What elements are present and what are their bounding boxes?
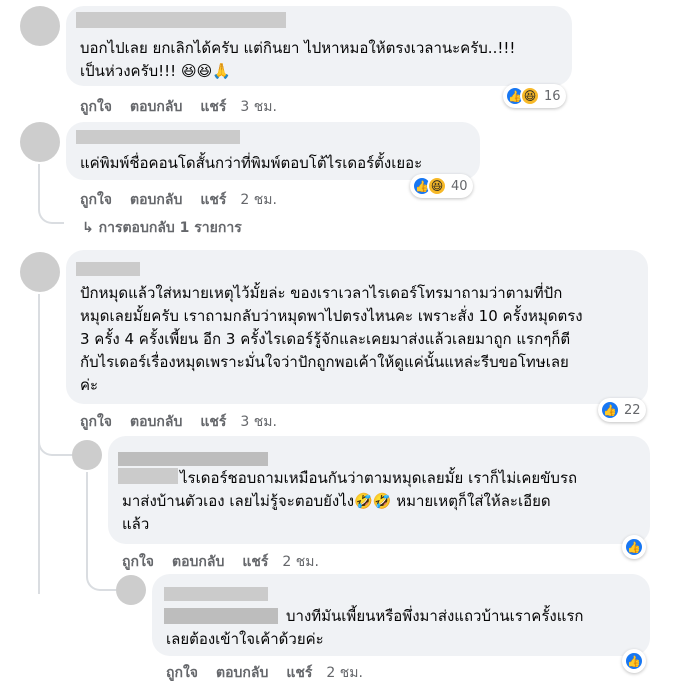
share-button[interactable]: แชร์ (286, 662, 312, 684)
haha-icon: 😆 (520, 86, 540, 106)
reply-button[interactable]: ตอบกลับ (130, 411, 182, 433)
share-button[interactable]: แชร์ (200, 189, 226, 211)
comment-text: บอกไปเลย ยกเลิกได้ครับ แต่กินยา ไปหาหมอใ… (80, 39, 516, 80)
comment-actions: ถูกใจ ตอบกลับ แชร์ 2 ชม. (80, 189, 295, 211)
like-button[interactable]: ถูกใจ (80, 96, 112, 118)
thread-connector (38, 430, 76, 456)
comment-text: ปักหมุดแล้วใส่หมายเหตุไว้มั้ยล่ะ ของเราเ… (80, 284, 583, 394)
timestamp[interactable]: 2 ชม. (326, 662, 363, 684)
avatar[interactable] (20, 6, 60, 46)
like-button[interactable]: ถูกใจ (80, 411, 112, 433)
reaction-count: 40 (451, 178, 468, 194)
redacted-author-name (118, 452, 268, 466)
timestamp[interactable]: 2 ชม. (282, 551, 319, 573)
reaction-summary[interactable]: 👍 22 (598, 398, 646, 422)
reply-button[interactable]: ตอบกลับ (216, 662, 268, 684)
like-icon: 👍 (624, 651, 644, 671)
reply-text: ไรเดอร์ชอบถามเหมือนกันว่าตามหมุดเลยมั้ย … (122, 469, 578, 533)
reply-button[interactable]: ตอบกลับ (130, 96, 182, 118)
reaction-summary[interactable]: 👍 😆 40 (410, 174, 473, 198)
avatar[interactable] (20, 252, 60, 292)
like-button[interactable]: ถูกใจ (122, 551, 154, 573)
like-icon: 👍 (600, 400, 620, 420)
timestamp[interactable]: 3 ชม. (240, 411, 277, 433)
share-button[interactable]: แชร์ (200, 96, 226, 118)
avatar[interactable] (116, 575, 146, 605)
reaction-count: 16 (544, 88, 561, 104)
avatar[interactable] (72, 440, 102, 470)
like-button[interactable]: ถูกใจ (166, 662, 198, 684)
thread-line (86, 472, 88, 572)
comment-text: แค่พิมพ์ชื่อคอนโดสั้นกว่าที่พิมพ์ตอบโต้ไ… (80, 154, 423, 172)
share-button[interactable]: แชร์ (242, 551, 268, 573)
reaction-summary[interactable]: 👍 (622, 535, 646, 559)
redacted-author-name (164, 587, 268, 601)
reaction-count: 22 (624, 402, 641, 418)
redacted-author-name (76, 262, 140, 276)
timestamp[interactable]: 2 ชม. (240, 189, 277, 211)
avatar[interactable] (20, 122, 60, 162)
redacted-author-name (76, 130, 240, 144)
reply-button[interactable]: ตอบกลับ (130, 189, 182, 211)
timestamp[interactable]: 3 ชม. (240, 96, 277, 118)
share-button[interactable]: แชร์ (200, 411, 226, 433)
like-icon: 👍 (624, 537, 644, 557)
reply-actions: ถูกใจ ตอบกลับ แชร์ 2 ชม. (166, 662, 381, 684)
reply-text: บางทีมันเพี้ยนหรือพึ่งมาส่งแถวบ้านเราครั… (166, 607, 584, 648)
comment-actions: ถูกใจ ตอบกลับ แชร์ 3 ชม. (80, 411, 295, 433)
reply-actions: ถูกใจ ตอบกลับ แชร์ 2 ชม. (122, 551, 337, 573)
haha-icon: 😆 (427, 176, 447, 196)
reply-button[interactable]: ตอบกลับ (172, 551, 224, 573)
reaction-summary[interactable]: 👍 😆 16 (503, 84, 566, 108)
redacted-author-name (76, 12, 286, 28)
like-button[interactable]: ถูกใจ (80, 189, 112, 211)
thread-connector (38, 200, 64, 224)
view-replies-link[interactable]: ↳ การตอบกลับ 1 รายการ (82, 217, 242, 239)
reaction-summary[interactable]: 👍 (622, 649, 646, 673)
comment-actions: ถูกใจ ตอบกลับ แชร์ 3 ชม. (80, 96, 295, 118)
thread-connector (86, 565, 116, 591)
